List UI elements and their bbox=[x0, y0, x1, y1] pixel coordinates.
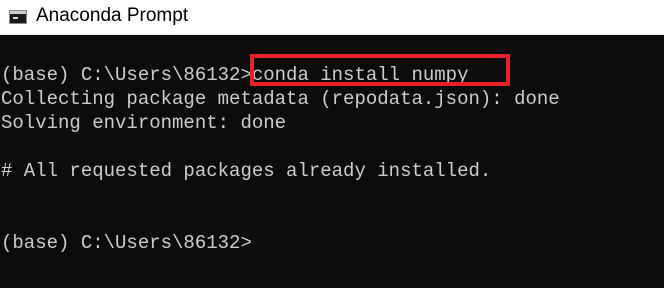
console-output[interactable]: (base) C:\Users\86132>conda install nump… bbox=[0, 35, 664, 288]
title-bar[interactable]: Anaconda Prompt bbox=[0, 0, 664, 35]
final-prompt-line: (base) C:\Users\86132> bbox=[1, 232, 252, 254]
anaconda-prompt-window: Anaconda Prompt (base) C:\Users\86132>co… bbox=[0, 0, 664, 288]
solving-environment-line: Solving environment: done bbox=[1, 112, 287, 134]
window-title: Anaconda Prompt bbox=[36, 5, 189, 26]
terminal-icon bbox=[9, 10, 27, 24]
command-highlight-box bbox=[250, 54, 510, 86]
collecting-metadata-line: Collecting package metadata (repodata.js… bbox=[1, 88, 560, 110]
already-installed-line: # All requested packages already install… bbox=[1, 160, 492, 182]
prompt-text: (base) C:\Users\86132> bbox=[1, 64, 252, 86]
